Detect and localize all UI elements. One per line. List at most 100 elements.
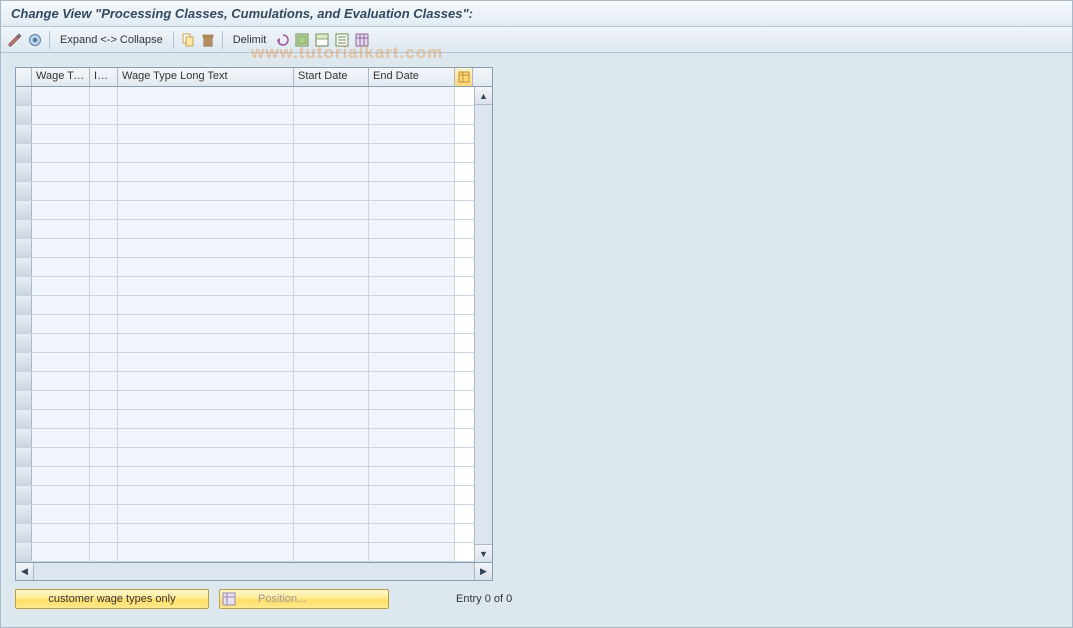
cell-inf[interactable] [90, 505, 118, 523]
table-row[interactable] [16, 296, 474, 315]
row-selector[interactable] [16, 543, 32, 561]
cell-inf[interactable] [90, 296, 118, 314]
row-selector[interactable] [16, 277, 32, 295]
cell-long-text[interactable] [118, 277, 294, 295]
cell-long-text[interactable] [118, 467, 294, 485]
cell-end-date[interactable] [369, 391, 455, 409]
table-row[interactable] [16, 353, 474, 372]
table-row[interactable] [16, 315, 474, 334]
cell-wage-type[interactable] [32, 429, 90, 447]
position-button[interactable]: Position... [219, 589, 389, 609]
cell-long-text[interactable] [118, 239, 294, 257]
cell-long-text[interactable] [118, 296, 294, 314]
row-selector[interactable] [16, 429, 32, 447]
cell-inf[interactable] [90, 486, 118, 504]
cell-start-date[interactable] [294, 429, 369, 447]
row-selector[interactable] [16, 524, 32, 542]
expand-collapse-button[interactable]: Expand <-> Collapse [56, 34, 167, 46]
cell-end-date[interactable] [369, 410, 455, 428]
col-wage-type[interactable]: Wage Ty... [32, 68, 90, 86]
cell-long-text[interactable] [118, 315, 294, 333]
table-row[interactable] [16, 429, 474, 448]
cell-long-text[interactable] [118, 144, 294, 162]
cell-inf[interactable] [90, 163, 118, 181]
cell-wage-type[interactable] [32, 106, 90, 124]
cell-wage-type[interactable] [32, 182, 90, 200]
cell-start-date[interactable] [294, 258, 369, 276]
row-selector-header[interactable] [16, 68, 32, 86]
cell-end-date[interactable] [369, 125, 455, 143]
cell-end-date[interactable] [369, 543, 455, 561]
cell-long-text[interactable] [118, 391, 294, 409]
cell-end-date[interactable] [369, 429, 455, 447]
copy-icon[interactable] [180, 32, 196, 48]
cell-long-text[interactable] [118, 182, 294, 200]
cell-long-text[interactable] [118, 258, 294, 276]
cell-long-text[interactable] [118, 448, 294, 466]
cell-inf[interactable] [90, 144, 118, 162]
cell-end-date[interactable] [369, 467, 455, 485]
cell-long-text[interactable] [118, 486, 294, 504]
table-row[interactable] [16, 163, 474, 182]
cell-wage-type[interactable] [32, 220, 90, 238]
table-row[interactable] [16, 277, 474, 296]
cell-inf[interactable] [90, 467, 118, 485]
cell-wage-type[interactable] [32, 391, 90, 409]
cell-wage-type[interactable] [32, 163, 90, 181]
table-row[interactable] [16, 144, 474, 163]
cell-wage-type[interactable] [32, 410, 90, 428]
cell-start-date[interactable] [294, 125, 369, 143]
cell-long-text[interactable] [118, 163, 294, 181]
cell-long-text[interactable] [118, 334, 294, 352]
cell-wage-type[interactable] [32, 334, 90, 352]
cell-end-date[interactable] [369, 87, 455, 105]
table-row[interactable] [16, 220, 474, 239]
row-selector[interactable] [16, 144, 32, 162]
cell-end-date[interactable] [369, 182, 455, 200]
cell-inf[interactable] [90, 429, 118, 447]
cell-inf[interactable] [90, 372, 118, 390]
cell-start-date[interactable] [294, 106, 369, 124]
scroll-down-icon[interactable]: ▼ [475, 544, 492, 562]
col-inf[interactable]: Inf... [90, 68, 118, 86]
cell-long-text[interactable] [118, 410, 294, 428]
row-selector[interactable] [16, 391, 32, 409]
table-row[interactable] [16, 125, 474, 144]
cell-wage-type[interactable] [32, 258, 90, 276]
cell-start-date[interactable] [294, 467, 369, 485]
cell-inf[interactable] [90, 106, 118, 124]
cell-start-date[interactable] [294, 220, 369, 238]
cell-end-date[interactable] [369, 296, 455, 314]
cell-inf[interactable] [90, 87, 118, 105]
deselect-all-icon[interactable] [334, 32, 350, 48]
cell-start-date[interactable] [294, 277, 369, 295]
row-selector[interactable] [16, 372, 32, 390]
cell-wage-type[interactable] [32, 524, 90, 542]
cell-end-date[interactable] [369, 144, 455, 162]
cell-wage-type[interactable] [32, 372, 90, 390]
table-row[interactable] [16, 106, 474, 125]
row-selector[interactable] [16, 125, 32, 143]
cell-start-date[interactable] [294, 391, 369, 409]
cell-start-date[interactable] [294, 201, 369, 219]
table-row[interactable] [16, 372, 474, 391]
customer-wage-types-button[interactable]: customer wage types only [15, 589, 209, 609]
cell-wage-type[interactable] [32, 543, 90, 561]
cell-end-date[interactable] [369, 448, 455, 466]
cell-end-date[interactable] [369, 239, 455, 257]
cell-wage-type[interactable] [32, 505, 90, 523]
vertical-scrollbar[interactable]: ▲ ▼ [474, 87, 492, 562]
row-selector[interactable] [16, 163, 32, 181]
row-selector[interactable] [16, 486, 32, 504]
cell-inf[interactable] [90, 182, 118, 200]
cell-long-text[interactable] [118, 220, 294, 238]
row-selector[interactable] [16, 410, 32, 428]
cell-long-text[interactable] [118, 505, 294, 523]
undo-icon[interactable] [274, 32, 290, 48]
row-selector[interactable] [16, 182, 32, 200]
cell-start-date[interactable] [294, 372, 369, 390]
cell-start-date[interactable] [294, 410, 369, 428]
scroll-up-icon[interactable]: ▲ [475, 87, 492, 105]
row-selector[interactable] [16, 296, 32, 314]
cell-inf[interactable] [90, 220, 118, 238]
